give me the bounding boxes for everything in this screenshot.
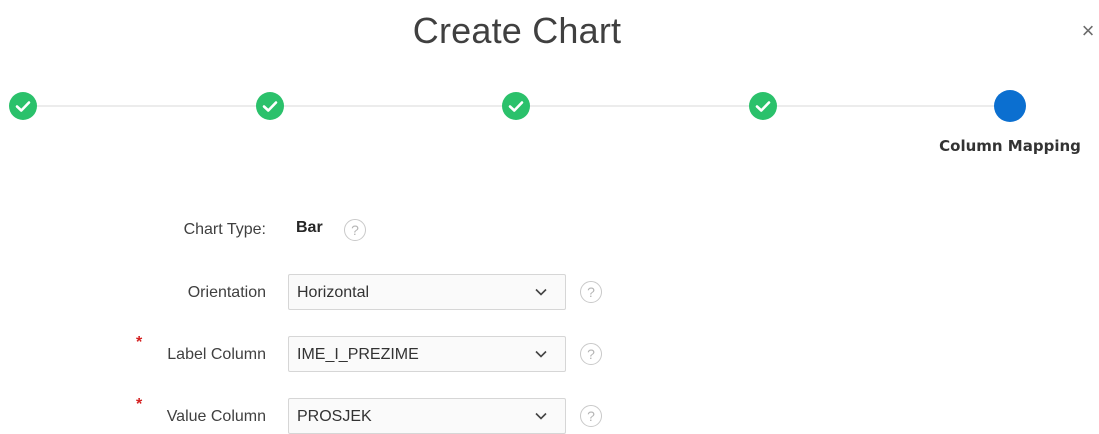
wizard-step-label: Column Mapping xyxy=(939,137,1081,155)
check-icon xyxy=(755,101,771,112)
label-column-select-value: IME_I_PREZIME xyxy=(297,346,419,363)
chevron-down-icon xyxy=(535,412,547,420)
wizard-step-3-complete xyxy=(502,92,530,120)
check-icon xyxy=(262,101,278,112)
value-column-label: Value Column xyxy=(166,408,266,425)
dialog-title: Create Chart xyxy=(412,10,622,51)
close-icon[interactable]: × xyxy=(1078,19,1098,43)
help-icon[interactable]: ? xyxy=(580,281,602,303)
chevron-down-icon xyxy=(535,350,547,358)
wizard-step-1-complete xyxy=(9,92,37,120)
value-column-select[interactable]: PROSJEK xyxy=(288,398,566,434)
label-column-label: Label Column xyxy=(167,346,266,363)
check-icon xyxy=(508,101,524,112)
wizard-step-2-complete xyxy=(256,92,284,120)
chart-type-value: Bar xyxy=(296,219,323,236)
wizard-step-5-current xyxy=(994,90,1026,122)
help-icon[interactable]: ? xyxy=(344,219,366,241)
label-column-select[interactable]: IME_I_PREZIME xyxy=(288,336,566,372)
orientation-label: Orientation xyxy=(187,284,266,301)
orientation-select[interactable]: Horizontal xyxy=(288,274,566,310)
chevron-down-icon xyxy=(535,288,547,296)
help-icon[interactable]: ? xyxy=(580,405,602,427)
value-column-select-value: PROSJEK xyxy=(297,408,372,425)
check-icon xyxy=(15,101,31,112)
wizard-step-4-complete xyxy=(749,92,777,120)
help-icon[interactable]: ? xyxy=(580,343,602,365)
chart-type-label: Chart Type: xyxy=(183,221,266,238)
orientation-select-value: Horizontal xyxy=(297,284,370,301)
